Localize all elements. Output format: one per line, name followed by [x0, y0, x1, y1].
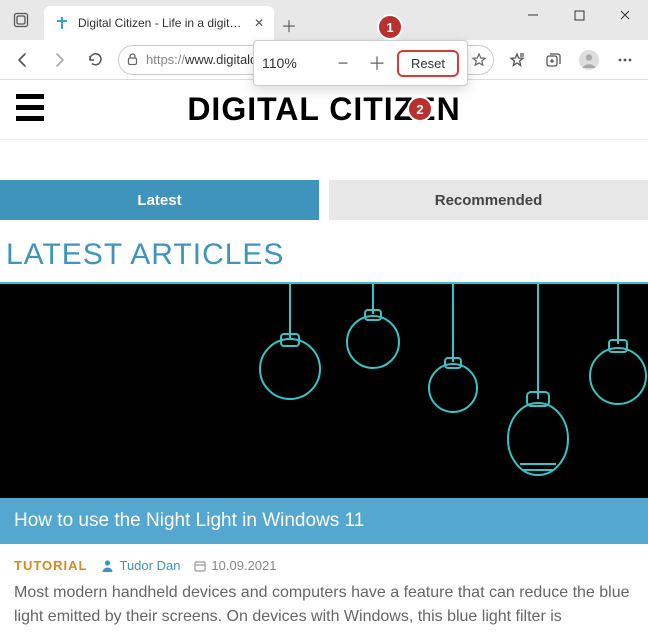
zoom-out-button[interactable]: − [329, 49, 357, 77]
annotation-badge-1: 1 [377, 14, 403, 40]
calendar-icon [194, 560, 206, 572]
zoom-in-button[interactable]: ＋ [363, 49, 391, 77]
browser-tab[interactable]: Digital Citizen - Life in a digital w ✕ [44, 6, 274, 40]
tab-title: Digital Citizen - Life in a digital w [78, 16, 246, 30]
page-content: DIGITAL CITIZEN Latest Recommended LATES… [0, 80, 648, 629]
article-category[interactable]: TUTORIAL [14, 558, 87, 573]
favorites-button[interactable] [500, 44, 534, 76]
zoom-percent: 110% [262, 55, 312, 71]
site-header: DIGITAL CITIZEN [0, 80, 648, 140]
site-favicon [54, 15, 70, 31]
article-author[interactable]: Tudor Dan [101, 558, 180, 573]
tab-latest[interactable]: Latest [0, 180, 319, 220]
window-close-button[interactable] [602, 0, 648, 30]
article-date: 10.09.2021 [194, 558, 276, 573]
browser-title-bar: Digital Citizen - Life in a digital w ✕ … [0, 0, 648, 40]
profile-button[interactable] [572, 44, 606, 76]
zoom-popup: 110% − ＋ Reset [253, 40, 468, 86]
article-excerpt: Most modern handheld devices and compute… [0, 581, 648, 629]
person-icon [101, 559, 114, 572]
content-tabs: Latest Recommended [0, 180, 648, 220]
article-meta: TUTORIAL Tudor Dan 10.09.2021 [0, 544, 648, 581]
favorite-star-icon[interactable] [471, 52, 487, 68]
tab-recommended[interactable]: Recommended [329, 180, 648, 220]
tab-close-icon[interactable]: ✕ [254, 16, 264, 30]
article-hero-image[interactable] [0, 282, 648, 498]
hamburger-menu-button[interactable] [16, 94, 44, 121]
forward-button[interactable] [42, 44, 76, 76]
menu-button[interactable] [608, 44, 642, 76]
zoom-reset-button[interactable]: Reset [397, 50, 459, 77]
site-info-icon[interactable] [125, 52, 140, 67]
back-button[interactable] [6, 44, 40, 76]
section-heading: LATEST ARTICLES [6, 238, 648, 272]
refresh-button[interactable] [78, 44, 112, 76]
tab-actions-left [0, 0, 42, 40]
collections-button[interactable] [536, 44, 570, 76]
article-title[interactable]: How to use the Night Light in Windows 11 [0, 498, 648, 544]
new-tab-button[interactable]: ＋ [274, 10, 304, 40]
window-minimize-button[interactable] [510, 0, 556, 30]
tab-actions-button[interactable] [6, 5, 36, 35]
window-controls [510, 0, 648, 30]
window-maximize-button[interactable] [556, 0, 602, 30]
annotation-badge-2: 2 [407, 96, 433, 122]
